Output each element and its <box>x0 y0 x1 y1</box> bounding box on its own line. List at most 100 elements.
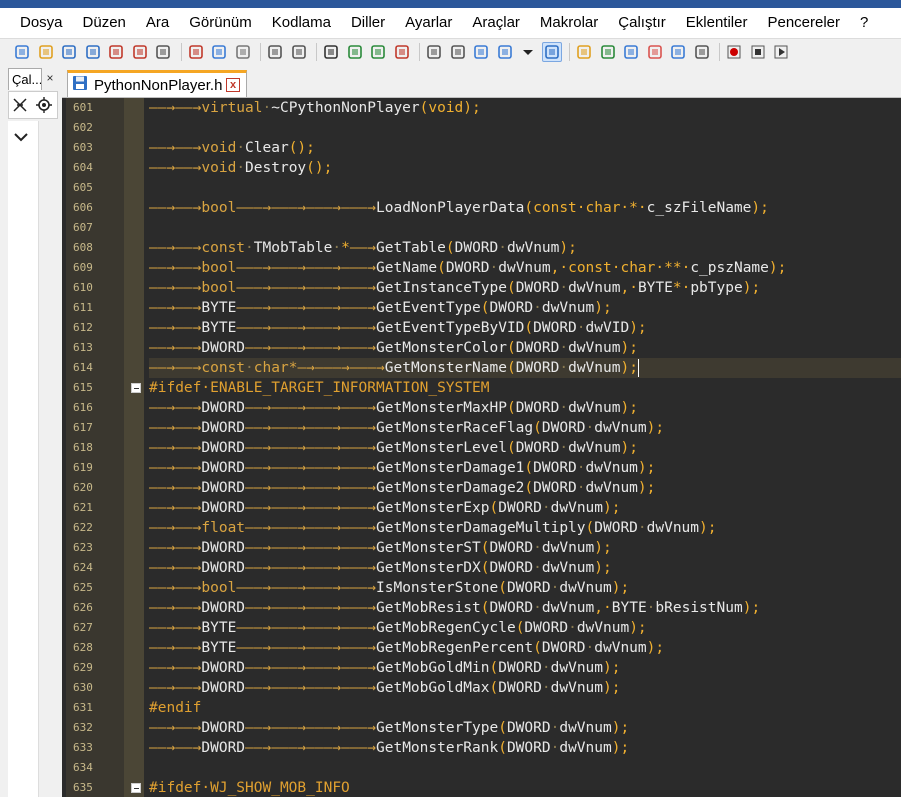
code-line[interactable]: 623 ——→——→DWORD——→———→———→———→GetMonsterS… <box>62 538 901 558</box>
code-line[interactable]: 615 #ifdef·ENABLE_TARGET_INFORMATION_SYST… <box>62 378 901 398</box>
tab-pythonnonplayer[interactable]: PythonNonPlayer.h x <box>67 70 247 97</box>
close-all-icon[interactable] <box>130 42 150 62</box>
code-editor[interactable]: 601 ——→——→virtual·~CPythonNonPlayer(void)… <box>62 98 901 797</box>
code-line[interactable]: 605 <box>62 178 901 198</box>
code-line[interactable]: 633 ——→——→DWORD——→———→———→———→GetMonsterR… <box>62 738 901 758</box>
token: ( <box>585 520 595 536</box>
code-line[interactable]: 606 ——→——→bool———→———→———→———→LoadNonPlay… <box>62 198 901 218</box>
code-line[interactable]: 634 <box>62 758 901 778</box>
menu-item-2[interactable]: Ara <box>136 8 179 38</box>
find-icon[interactable] <box>321 42 341 62</box>
code-line[interactable]: 618 ——→——→DWORD——→———→———→———→GetMonsterL… <box>62 438 901 458</box>
monitoring-icon[interactable] <box>668 42 688 62</box>
code-line[interactable]: 635 #ifdef·WJ_SHOW_MOB_INFO <box>62 778 901 797</box>
panel-close-button[interactable]: × <box>43 71 57 85</box>
menu-item-10[interactable]: Eklentiler <box>676 8 758 38</box>
code-text: ——→——→DWORD——→———→———→———→GetMobResist(D… <box>149 598 901 618</box>
fold-toggle-icon[interactable] <box>131 383 141 393</box>
new-file-icon[interactable] <box>12 42 32 62</box>
code-line[interactable]: 627 ——→——→BYTE———→———→———→———→GetMobRegen… <box>62 618 901 638</box>
record-macro-icon[interactable] <box>724 42 744 62</box>
view-icon[interactable] <box>692 42 712 62</box>
function-tree[interactable] <box>8 121 39 797</box>
code-line[interactable]: 608 ——→——→const·TMobTable·*——→GetTable(DW… <box>62 238 901 258</box>
menu-item-5[interactable]: Diller <box>341 8 395 38</box>
zoom-in-icon[interactable] <box>368 42 388 62</box>
code-line[interactable]: 614 ——→——→const·char*—→———→———→GetMonster… <box>62 358 901 378</box>
code-line[interactable]: 625 ——→——→bool———→———→———→———→IsMonsterSt… <box>62 578 901 598</box>
menu-item-6[interactable]: Ayarlar <box>395 8 462 38</box>
print-icon[interactable] <box>153 42 173 62</box>
menu-item-11[interactable]: Pencereler <box>757 8 850 38</box>
panel-tab[interactable]: Çal... <box>8 68 42 90</box>
play-macro-icon[interactable] <box>771 42 791 62</box>
tab-indent-marker: ——→——→ <box>149 100 202 116</box>
replace-icon[interactable] <box>345 42 365 62</box>
code-line[interactable]: 619 ——→——→DWORD——→———→———→———→GetMonsterD… <box>62 458 901 478</box>
code-line[interactable]: 622 ——→——→float——→———→———→———→GetMonsterD… <box>62 518 901 538</box>
paste-icon[interactable] <box>233 42 253 62</box>
menu-item-1[interactable]: Düzen <box>73 8 136 38</box>
code-line[interactable]: 601 ——→——→virtual·~CPythonNonPlayer(void)… <box>62 98 901 118</box>
copy-icon[interactable] <box>209 42 229 62</box>
doc-map-icon[interactable] <box>598 42 618 62</box>
code-line[interactable]: 609 ——→——→bool———→———→———→———→GetName(DWO… <box>62 258 901 278</box>
token: ); <box>629 320 647 336</box>
target-icon[interactable] <box>36 97 52 118</box>
code-line[interactable]: 621 ——→——→DWORD——→———→———→———→GetMonsterE… <box>62 498 901 518</box>
code-line[interactable]: 616 ——→——→DWORD——→———→———→———→GetMonsterM… <box>62 398 901 418</box>
line-number: 626 <box>73 601 93 614</box>
cut-icon[interactable] <box>186 42 206 62</box>
code-line[interactable]: 626 ——→——→DWORD——→———→———→———→GetMobResis… <box>62 598 901 618</box>
save-icon[interactable] <box>59 42 79 62</box>
open-file-icon[interactable] <box>36 42 56 62</box>
dropdown-icon[interactable] <box>518 42 538 62</box>
menu-item-7[interactable]: Araçlar <box>462 8 530 38</box>
code-line[interactable]: 607 <box>62 218 901 238</box>
toolbar-separator <box>569 43 570 61</box>
menu-item-0[interactable]: Dosya <box>0 8 73 38</box>
code-line[interactable]: 620 ——→——→DWORD——→———→———→———→GetMonsterD… <box>62 478 901 498</box>
code-line[interactable]: 613 ——→——→DWORD——→———→———→———→GetMonsterC… <box>62 338 901 358</box>
line-number: 612 <box>73 321 93 334</box>
close-icon[interactable] <box>106 42 126 62</box>
code-line[interactable]: 604 ——→——→void·Destroy(); <box>62 158 901 178</box>
menu-item-3[interactable]: Görünüm <box>179 8 262 38</box>
undo-icon[interactable] <box>265 42 285 62</box>
menu-item-8[interactable]: Makrolar <box>530 8 608 38</box>
code-line[interactable]: 617 ——→——→DWORD——→———→———→———→GetMonsterR… <box>62 418 901 438</box>
code-line[interactable]: 610 ——→——→bool———→———→———→———→GetInstance… <box>62 278 901 298</box>
code-line[interactable]: 602 <box>62 118 901 138</box>
code-line[interactable]: 611 ——→——→BYTE———→———→———→———→GetEventTyp… <box>62 298 901 318</box>
code-line[interactable]: 632 ——→——→DWORD——→———→———→———→GetMonsterT… <box>62 718 901 738</box>
redo-icon[interactable] <box>289 42 309 62</box>
code-line[interactable]: 624 ——→——→DWORD——→———→———→———→GetMonsterD… <box>62 558 901 578</box>
word-wrap-icon[interactable] <box>471 42 491 62</box>
menu-item-9[interactable]: Çalıştır <box>608 8 676 38</box>
panel-scrollbar[interactable] <box>38 121 59 797</box>
folder-workspace-icon[interactable] <box>645 42 665 62</box>
tab-close-button[interactable]: x <box>226 78 240 92</box>
code-line[interactable]: 631 #endif <box>62 698 901 718</box>
code-line[interactable]: 612 ——→——→BYTE———→———→———→———→GetEventTyp… <box>62 318 901 338</box>
token: · <box>637 520 647 536</box>
save-all-icon[interactable] <box>83 42 103 62</box>
function-list-icon[interactable] <box>621 42 641 62</box>
zoom-out-icon[interactable] <box>392 42 412 62</box>
fold-toggle-icon[interactable] <box>131 783 141 793</box>
pin-icon[interactable] <box>12 97 28 118</box>
sync-vertical-icon[interactable] <box>424 42 444 62</box>
show-all-chars-icon[interactable] <box>495 42 515 62</box>
chevron-down-icon[interactable] <box>14 129 28 147</box>
menu-item-4[interactable]: Kodlama <box>262 8 341 38</box>
code-line[interactable]: 628 ——→——→BYTE———→———→———→———→GetMobRegen… <box>62 638 901 658</box>
indent-guide-icon[interactable] <box>541 42 562 62</box>
user-lang-icon[interactable] <box>574 42 594 62</box>
menu-item-12[interactable]: ? <box>850 8 878 38</box>
sync-horizontal-icon[interactable] <box>448 42 468 62</box>
token: GetMonsterColor <box>376 340 507 356</box>
code-line[interactable]: 629 ——→——→DWORD——→———→———→———→GetMobGoldM… <box>62 658 901 678</box>
code-line[interactable]: 630 ——→——→DWORD——→———→———→———→GetMobGoldM… <box>62 678 901 698</box>
code-line[interactable]: 603 ——→——→void·Clear(); <box>62 138 901 158</box>
stop-macro-icon[interactable] <box>748 42 768 62</box>
